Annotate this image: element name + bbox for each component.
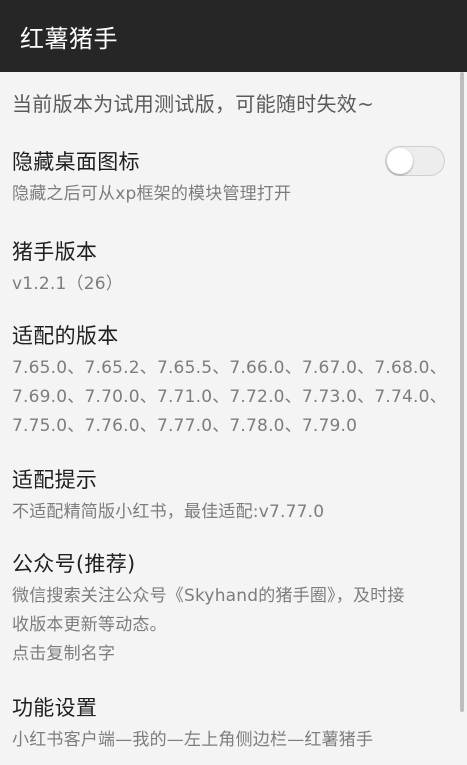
pref-tip[interactable]: 适配提示 不适配精简版小红书，最佳适配:v7.77.0 xyxy=(12,466,452,527)
pref-supported-summary: 7.65.0、7.65.2、7.65.5、7.66.0、7.67.0、7.68.… xyxy=(12,354,452,441)
toggle-knob xyxy=(387,148,413,174)
supported-line: 7.65.0、7.65.2、7.65.5、7.66.0、7.67.0、7.68.… xyxy=(12,358,447,378)
pref-version-title: 猪手版本 xyxy=(12,240,98,264)
scrollbar[interactable] xyxy=(460,72,464,712)
pref-hide-icon-summary: 隐藏之后可从xp框架的模块管理打开 xyxy=(12,184,292,204)
pref-tip-title: 适配提示 xyxy=(12,468,98,492)
pref-wechat-title: 公众号(推荐) xyxy=(12,552,136,576)
pref-wechat[interactable]: 公众号(推荐) 微信搜索关注公众号《Skyhand的猪手圈》，及时接 收版本更新… xyxy=(12,550,452,669)
pref-wechat-summary: 微信搜索关注公众号《Skyhand的猪手圈》，及时接 收版本更新等动态。 点击复… xyxy=(12,582,452,669)
supported-line: 7.75.0、7.76.0、7.77.0、7.78.0、7.79.0 xyxy=(12,416,358,436)
wechat-line: 微信搜索关注公众号《Skyhand的猪手圈》，及时接 xyxy=(12,586,405,606)
pref-feature-settings[interactable]: 功能设置 小红书客户端—我的—左上角侧边栏—红薯猪手 xyxy=(12,694,452,755)
screen: 红薯猪手 当前版本为试用测试版，可能随时失效~ 隐藏桌面图标 隐藏之后可从xp框… xyxy=(0,0,467,765)
pref-version-summary: v1.2.1（26） xyxy=(12,274,123,294)
app-title: 红薯猪手 xyxy=(20,24,118,53)
pref-supported-versions[interactable]: 适配的版本 7.65.0、7.65.2、7.65.5、7.66.0、7.67.0… xyxy=(12,322,452,441)
pref-version[interactable]: 猪手版本 v1.2.1（26） xyxy=(12,238,452,299)
app-bar: 红薯猪手 xyxy=(0,0,467,72)
version-notice: 当前版本为试用测试版，可能随时失效~ xyxy=(12,92,375,116)
supported-line: 7.69.0、7.70.0、7.71.0、7.72.0、7.73.0、7.74.… xyxy=(12,387,447,407)
wechat-line: 点击复制名字 xyxy=(12,644,116,664)
pref-tip-summary: 不适配精简版小红书，最佳适配:v7.77.0 xyxy=(12,502,325,522)
wechat-line: 收版本更新等动态。 xyxy=(12,615,167,635)
pref-settings-title: 功能设置 xyxy=(12,696,98,720)
hide-icon-toggle[interactable] xyxy=(385,146,445,176)
pref-settings-summary: 小红书客户端—我的—左上角侧边栏—红薯猪手 xyxy=(12,730,374,750)
pref-supported-title: 适配的版本 xyxy=(12,324,119,348)
